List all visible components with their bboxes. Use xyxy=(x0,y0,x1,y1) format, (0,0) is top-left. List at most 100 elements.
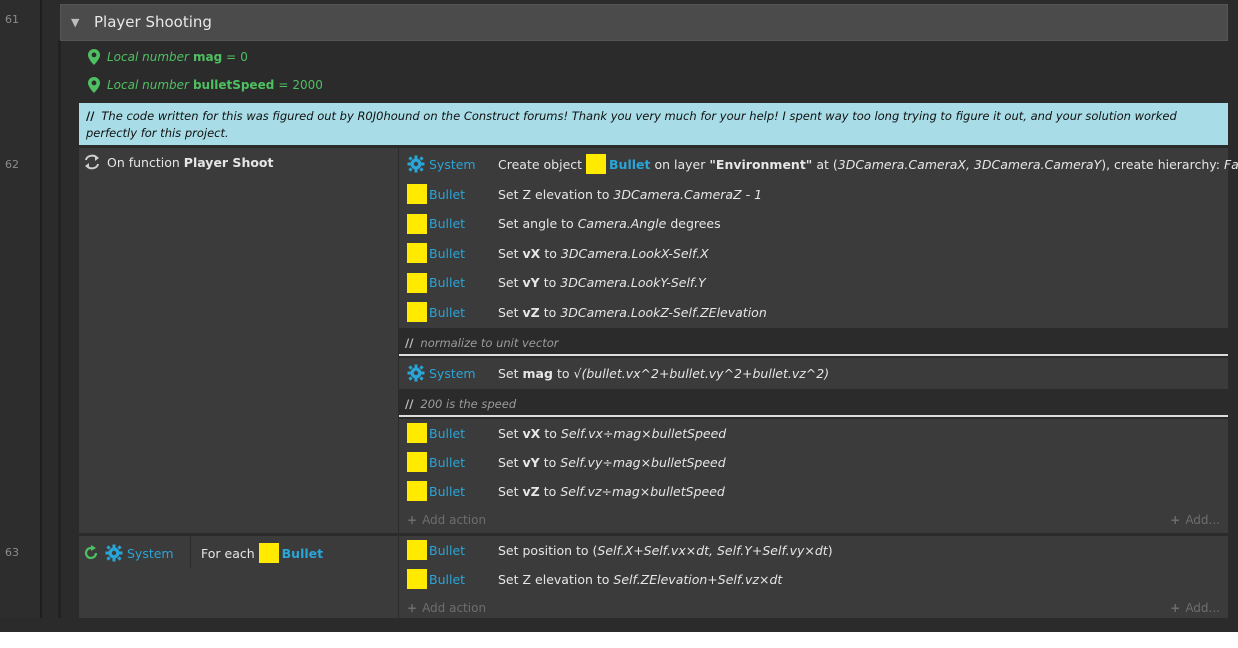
action-row[interactable]: Bullet Set vY to Self.vy÷mag×bulletSpeed xyxy=(399,448,1228,476)
action-expression: 3DCamera.LookZ-Self.ZElevation xyxy=(560,304,767,320)
object-name: System xyxy=(429,156,476,172)
plus-icon: + xyxy=(407,601,418,615)
event-63-actions: Bullet Set position to (Self.X+Self.vx×dt… xyxy=(399,536,1228,618)
action-verb: ) xyxy=(827,542,833,558)
action-row[interactable]: System Set mag to √(bullet.vx^2+bullet.v… xyxy=(399,359,1228,387)
action-text: Create object Bullet on layer "Environme… xyxy=(498,150,1238,178)
action-verb: ), create hierarchy: xyxy=(1101,156,1220,172)
action-verb: to xyxy=(544,425,557,441)
action-text: Set angle to Camera.Angle degrees xyxy=(498,210,721,238)
action-row[interactable]: Bullet Set vX to 3DCamera.LookX-Self.X xyxy=(399,239,1228,267)
action-row[interactable]: Bullet Set position to (Self.X+Self.vx×dt… xyxy=(399,536,1228,564)
gear-icon xyxy=(407,155,425,173)
event-62-actions-block-c: Bullet Set vX to Self.vx÷mag×bulletSpeed Bull… xyxy=(399,419,1228,533)
action-verb: Set xyxy=(498,275,519,290)
action-verb: Set xyxy=(498,454,519,470)
object-name: Bullet xyxy=(429,216,466,231)
action-text: Set vY to 3DCamera.LookY-Self.Y xyxy=(498,269,706,297)
action-verb: Set xyxy=(498,425,519,441)
triangle-down-icon[interactable]: ▼ xyxy=(71,16,79,29)
action-object: Bullet xyxy=(407,269,465,297)
action-text: Set mag to √(bullet.vx^2+bullet.vy^2+bul… xyxy=(498,359,829,387)
bullet-sprite-icon xyxy=(407,569,427,589)
action-text: Set Z elevation to Self.ZElevation+Self.v… xyxy=(498,565,782,593)
bullet-sprite-icon xyxy=(407,272,427,293)
action-comment[interactable]: // normalize to unit vector xyxy=(399,332,1228,356)
add-more-label: Add... xyxy=(1185,601,1220,615)
bullet-sprite-icon xyxy=(258,543,279,563)
action-verb: Set xyxy=(498,365,519,381)
action-row[interactable]: System Create object Bullet on layer "En… xyxy=(399,150,1238,178)
object-name: System xyxy=(127,545,174,561)
event-63-conditions[interactable]: System For each Bullet xyxy=(79,536,398,618)
group-indent-bar xyxy=(58,40,61,618)
add-action-button[interactable]: + Add action xyxy=(407,598,486,618)
condition-on-function[interactable]: On function Player Shoot xyxy=(83,148,274,176)
action-verb: Set position to ( xyxy=(498,542,598,558)
comment-text: The code written for this was figured ou… xyxy=(86,109,1177,140)
object-name: Bullet xyxy=(429,571,466,587)
add-more-button[interactable]: + Add... xyxy=(1170,510,1220,530)
action-expression: Self.ZElevation+Self.vz×dt xyxy=(613,571,783,587)
action-row[interactable]: Bullet Set vZ to 3DCamera.LookZ-Self.ZElevat… xyxy=(399,298,1228,326)
group-header[interactable]: ▼ Player Shooting xyxy=(60,4,1228,41)
action-text: Set vY to Self.vy÷mag×bulletSpeed xyxy=(498,448,726,476)
comment-slashes: // xyxy=(405,336,414,350)
variable-name: vX xyxy=(522,425,541,441)
action-row[interactable]: Bullet Set Z elevation to 3DCamera.CameraZ… xyxy=(399,180,1228,208)
event-comment[interactable]: //The code written for this was figured … xyxy=(79,103,1228,145)
action-expression: 3DCamera.CameraZ - 1 xyxy=(613,186,763,202)
object-name: Bullet xyxy=(609,156,651,172)
add-action-label: Add action xyxy=(422,513,487,527)
local-var-name: mag xyxy=(192,50,223,64)
variable-name: vY xyxy=(522,275,540,290)
action-row[interactable]: Bullet Set vX to Self.vx÷mag×bulletSpeed xyxy=(399,419,1228,447)
action-verb: Set xyxy=(498,245,519,261)
action-object: Bullet xyxy=(407,210,465,238)
action-expression: Self.vz÷mag×bulletSpeed xyxy=(560,483,725,499)
add-action-button[interactable]: + Add action xyxy=(407,510,486,530)
bullet-sprite-icon xyxy=(407,540,427,560)
action-expression: False xyxy=(1223,156,1238,172)
action-text: Set vX to Self.vx÷mag×bulletSpeed xyxy=(498,419,726,447)
local-var-value: 0 xyxy=(240,50,248,64)
action-row[interactable]: Bullet Set Z elevation to Self.ZElevation+… xyxy=(399,565,1228,593)
action-row[interactable]: Bullet Set vY to 3DCamera.LookY-Self.Y xyxy=(399,269,1228,297)
action-object: System xyxy=(407,359,476,387)
action-verb: to xyxy=(543,304,557,320)
variable-name: vY xyxy=(522,454,540,470)
action-text: Set vX to 3DCamera.LookX-Self.X xyxy=(498,239,709,267)
action-expression: Self.vx÷mag×bulletSpeed xyxy=(560,425,727,441)
action-verb: Set angle to xyxy=(498,216,574,231)
object-name: Bullet xyxy=(429,186,466,202)
variable-name: vX xyxy=(522,245,541,261)
condition-divider xyxy=(190,536,191,568)
object-name: Bullet xyxy=(429,304,466,320)
local-variable-row[interactable]: Local number bulletSpeed = 2000 xyxy=(88,75,323,95)
location-pin-icon xyxy=(88,77,100,93)
bullet-sprite-icon xyxy=(407,213,427,234)
action-object: Bullet xyxy=(407,536,465,564)
object-name: Bullet xyxy=(429,454,466,470)
group-title: Player Shooting xyxy=(94,13,212,31)
for-each-loop-icon xyxy=(84,545,98,560)
action-row[interactable]: Bullet Set vZ to Self.vz÷mag×bulletSpeed xyxy=(399,477,1228,505)
bullet-sprite-icon xyxy=(407,243,427,263)
add-more-button[interactable]: + Add... xyxy=(1170,598,1220,618)
local-variable-row[interactable]: Local number mag = 0 xyxy=(88,47,248,67)
condition-for-each[interactable]: System xyxy=(83,539,174,567)
condition-prefix: On function xyxy=(107,154,180,170)
object-name: System xyxy=(429,365,476,381)
action-object: Bullet xyxy=(407,477,465,505)
action-object: Bullet xyxy=(407,448,465,476)
condition-text: For each Bullet xyxy=(201,539,323,567)
local-var-value: 2000 xyxy=(292,78,323,92)
action-object: Bullet xyxy=(407,180,465,208)
event-62-conditions[interactable]: On function Player Shoot xyxy=(79,148,398,533)
action-row[interactable]: Bullet Set angle to Camera.Angle degrees xyxy=(399,210,1228,238)
line-number-gutter xyxy=(0,0,40,618)
plus-icon: + xyxy=(1170,513,1181,527)
action-comment[interactable]: // 200 is the speed xyxy=(399,393,1228,417)
comment-text: normalize to unit vector xyxy=(420,336,559,350)
action-verb: Set xyxy=(498,483,519,499)
